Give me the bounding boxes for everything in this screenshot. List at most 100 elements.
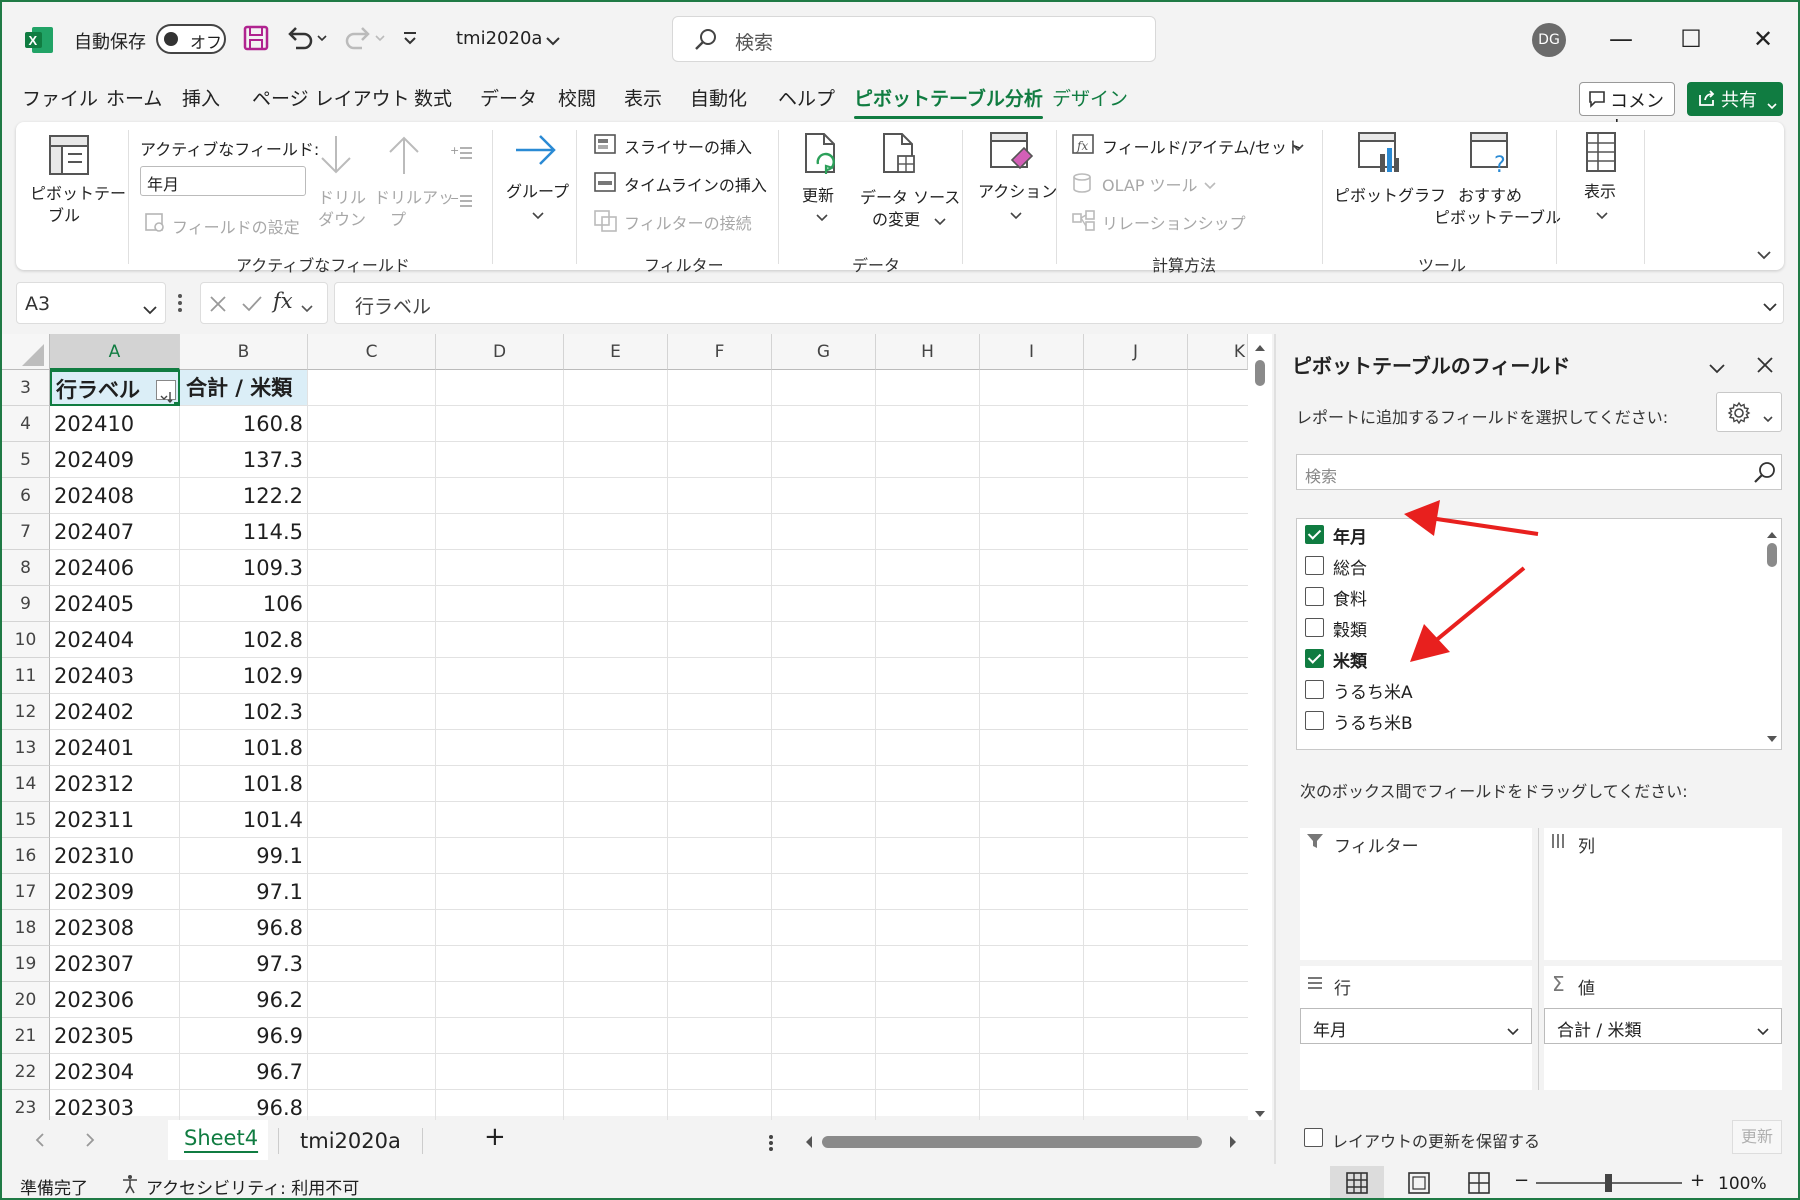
chevron-down-icon[interactable] xyxy=(1292,138,1304,158)
relationships-button[interactable]: リレーションシップ xyxy=(1102,210,1246,234)
column-header-f[interactable]: F xyxy=(668,334,772,370)
cell-value[interactable]: 106 xyxy=(180,586,308,622)
scroll-right-icon[interactable] xyxy=(1228,1134,1238,1154)
change-data-source-button[interactable]: データ ソース xyxy=(860,184,960,208)
prev-sheet-icon[interactable] xyxy=(34,1132,46,1153)
cell-row-label[interactable]: 202409 xyxy=(50,442,180,478)
insert-slicer-icon[interactable] xyxy=(594,134,618,161)
enter-icon[interactable] xyxy=(241,295,263,318)
zoom-slider-thumb[interactable] xyxy=(1605,1174,1612,1192)
tab-file[interactable]: ファイル xyxy=(22,84,98,111)
insert-timeline-button[interactable]: タイムラインの挿入 xyxy=(624,172,767,196)
cell-value[interactable]: 137.3 xyxy=(180,442,308,478)
tab-help[interactable]: ヘルプ xyxy=(778,84,835,111)
tab-view[interactable]: 表示 xyxy=(624,84,662,111)
row-header[interactable]: 5 xyxy=(2,442,50,478)
fields-items-sets-button[interactable]: フィールド/アイテム/セット xyxy=(1102,134,1303,158)
cell-row-label[interactable]: 202306 xyxy=(50,982,180,1018)
columns-area[interactable]: 列 xyxy=(1544,828,1782,960)
cell-row-label[interactable]: 202309 xyxy=(50,874,180,910)
cell-value[interactable]: 99.1 xyxy=(180,838,308,874)
field-checkbox[interactable] xyxy=(1305,680,1324,699)
cell-value[interactable]: 101.8 xyxy=(180,766,308,802)
cancel-icon[interactable] xyxy=(209,295,227,318)
scroll-thumb[interactable] xyxy=(1767,543,1777,567)
values-field-item[interactable]: 合計 / 米類 xyxy=(1544,1008,1782,1044)
recommended-pivottables-button[interactable]: おすすめ xyxy=(1458,182,1522,206)
row-header[interactable]: 11 xyxy=(2,658,50,694)
column-header-e[interactable]: E xyxy=(564,334,668,370)
cell-row-label[interactable]: 202305 xyxy=(50,1018,180,1054)
sheet-tab-tmi2020a[interactable]: tmi2020a xyxy=(300,1129,401,1153)
cell-row-label[interactable]: 202403 xyxy=(50,658,180,694)
chevron-down-icon[interactable] xyxy=(1010,206,1022,226)
cell-row-label[interactable]: 202311 xyxy=(50,802,180,838)
tab-automate[interactable]: 自動化 xyxy=(690,84,747,111)
filter-connections-icon[interactable] xyxy=(594,210,618,237)
pivotchart-button[interactable]: ピボットグラフ xyxy=(1334,182,1446,206)
refresh-button[interactable]: 更新 xyxy=(802,182,834,206)
row-header[interactable]: 15 xyxy=(2,802,50,838)
field-checkbox[interactable] xyxy=(1305,587,1324,606)
gear-button[interactable] xyxy=(1716,392,1782,432)
scroll-up-icon[interactable] xyxy=(1254,338,1266,358)
column-header-g[interactable]: G xyxy=(772,334,876,370)
olap-tools-icon[interactable] xyxy=(1072,172,1096,199)
cell-value[interactable]: 97.1 xyxy=(180,874,308,910)
pivottable-button-label[interactable]: ピボットテー xyxy=(30,180,126,204)
fields-items-sets-icon[interactable]: fx xyxy=(1072,134,1096,161)
vertical-scrollbar[interactable] xyxy=(1248,334,1272,1120)
cell-value[interactable]: 96.7 xyxy=(180,1054,308,1090)
select-all-corner[interactable] xyxy=(2,334,50,370)
show-button[interactable]: 表示 xyxy=(1584,178,1616,202)
defer-layout-checkbox[interactable] xyxy=(1304,1128,1323,1147)
pivottable-button-label2[interactable]: ブル xyxy=(48,202,80,226)
column-header-b[interactable]: B xyxy=(180,334,308,370)
actions-button[interactable]: アクション xyxy=(978,178,1057,202)
cell-value[interactable]: 102.8 xyxy=(180,622,308,658)
row-header[interactable]: 22 xyxy=(2,1054,50,1090)
minimize-button[interactable]: — xyxy=(1606,24,1636,54)
row-header[interactable]: 10 xyxy=(2,622,50,658)
row-header[interactable]: 8 xyxy=(2,550,50,586)
row-header[interactable]: 3 xyxy=(2,370,50,406)
expand-formula-icon[interactable] xyxy=(1762,298,1778,318)
row-header[interactable]: 7 xyxy=(2,514,50,550)
expand-field-icon[interactable]: + xyxy=(450,144,474,167)
cell-value[interactable]: 96.9 xyxy=(180,1018,308,1054)
group-arrow-icon[interactable] xyxy=(510,130,562,175)
filter-dropdown-icon[interactable] xyxy=(156,380,176,403)
normal-view-button[interactable] xyxy=(1330,1166,1384,1198)
tab-review[interactable]: 校閲 xyxy=(558,84,596,111)
drill-up-icon[interactable] xyxy=(384,132,424,183)
cell-row-label[interactable]: 202404 xyxy=(50,622,180,658)
comment-button[interactable]: コメント xyxy=(1579,82,1675,138)
row-header[interactable]: 14 xyxy=(2,766,50,802)
row-header[interactable]: 13 xyxy=(2,730,50,766)
scroll-up-icon[interactable] xyxy=(1766,525,1778,545)
cell-value[interactable]: 101.4 xyxy=(180,802,308,838)
field-settings-icon[interactable] xyxy=(144,212,166,239)
next-sheet-icon[interactable] xyxy=(84,1132,96,1153)
collapse-field-icon[interactable]: − xyxy=(450,192,474,215)
tab-formulas[interactable]: 数式 xyxy=(414,84,452,111)
olap-tools-button[interactable]: OLAP ツール xyxy=(1102,172,1198,196)
field-search-input[interactable]: 検索 xyxy=(1296,454,1782,490)
change-data-source-icon[interactable] xyxy=(880,132,920,183)
chevron-down-icon[interactable] xyxy=(1596,206,1608,226)
pivot-row-labels-cell[interactable]: 行ラベル xyxy=(50,370,180,406)
column-header-c[interactable]: C xyxy=(308,334,436,370)
tab-home[interactable]: ホーム xyxy=(106,84,162,111)
filter-connections-button[interactable]: フィルターの接続 xyxy=(624,210,752,234)
zoom-level[interactable]: 100% xyxy=(1718,1174,1767,1194)
cell-value[interactable]: 96.8 xyxy=(180,910,308,946)
more-options-icon[interactable] xyxy=(768,1134,774,1157)
tab-design[interactable]: デザイン xyxy=(1052,84,1128,111)
field-settings-button[interactable]: フィールドの設定 xyxy=(172,214,300,238)
chevron-down-icon[interactable] xyxy=(816,208,828,228)
scroll-down-icon[interactable] xyxy=(1766,729,1778,749)
cell-value[interactable]: 160.8 xyxy=(180,406,308,442)
drill-down-icon[interactable] xyxy=(316,132,356,183)
page-break-view-button[interactable] xyxy=(1452,1166,1506,1198)
file-name[interactable]: tmi2020a xyxy=(456,28,542,49)
